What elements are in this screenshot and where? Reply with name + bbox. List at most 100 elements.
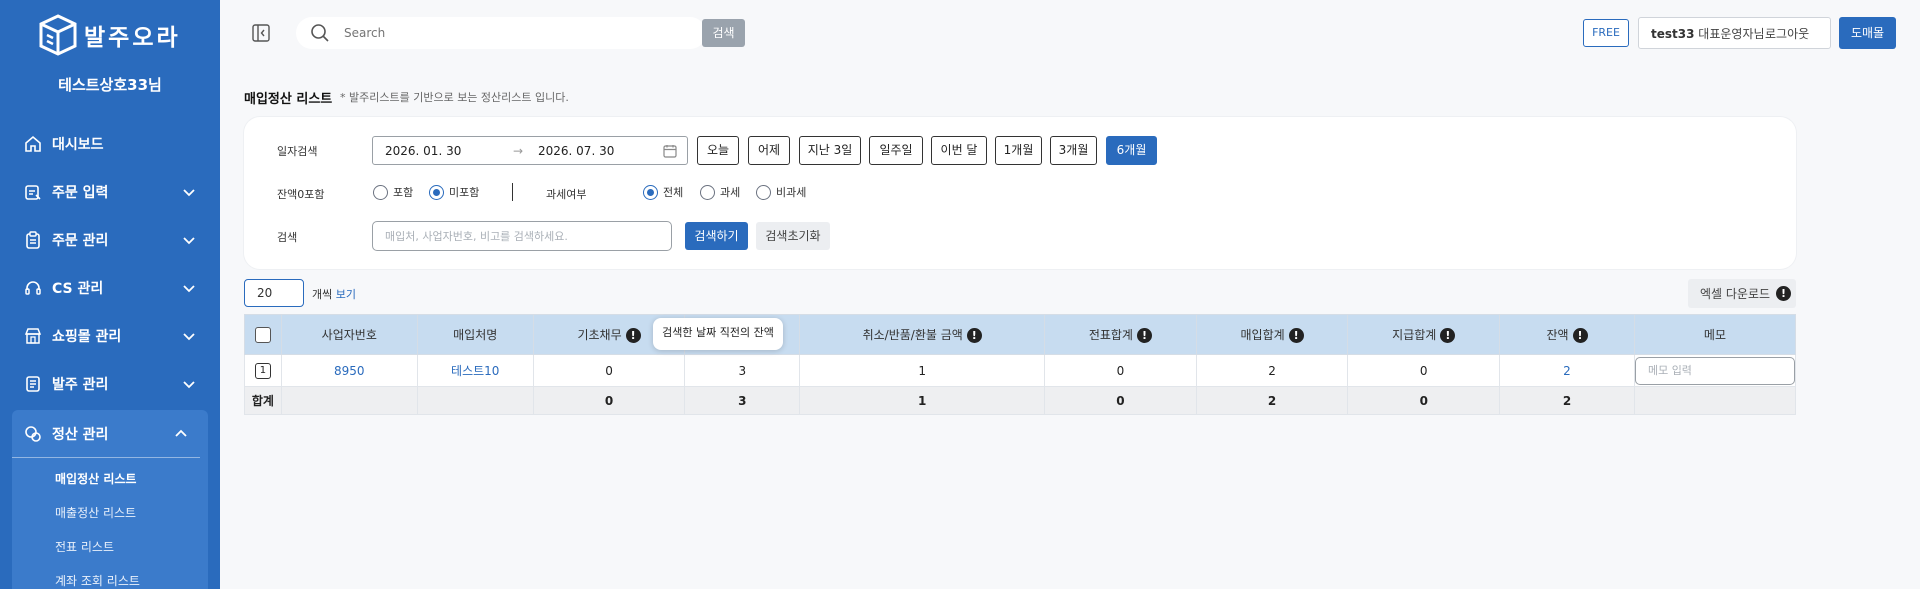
memo-input[interactable] [1634, 356, 1795, 385]
home-icon [25, 135, 41, 152]
total-empty-cell [1633, 386, 1797, 415]
sidebar-group-settlement: 정산 관리 매입정산 리스트 매출정산 리스트 전표 리스트 계좌 조회 리스트 [12, 410, 208, 589]
cell-opening: 0 [532, 354, 686, 387]
plan-badge[interactable]: FREE [1583, 19, 1629, 47]
date-range-picker[interactable]: 2026. 01. 30 → 2026. 07. 30 [372, 136, 688, 165]
cell-balance[interactable]: 2 [1499, 354, 1635, 387]
page-subtitle: * 발주리스트를 기반으로 보는 정산리스트 입니다. [340, 91, 569, 104]
keyword-search-input[interactable] [372, 221, 672, 251]
quick-3month-button[interactable]: 3개월 [1050, 136, 1097, 165]
logo-box-icon [39, 14, 77, 56]
total-col4: 3 [684, 386, 801, 415]
table-total-row: 합계 0 3 1 0 2 0 2 [244, 386, 1797, 415]
page-size-select[interactable]: 20 [244, 279, 304, 307]
radio-label: 과세 [720, 186, 741, 199]
info-icon[interactable]: ! [966, 328, 982, 343]
total-empty-cell [280, 386, 418, 415]
col-voucher-label: 전표합계 [1088, 328, 1133, 342]
search-icon [311, 24, 329, 42]
chevron-down-icon [183, 381, 195, 389]
total-empty-cell [416, 386, 534, 415]
row-select-cell: 1 [244, 354, 282, 387]
sidebar-item-order-entry[interactable]: 주문 입력 [12, 168, 208, 216]
total-label-cell: 합계 [244, 386, 282, 415]
sidebar-collapse-icon[interactable] [252, 24, 270, 42]
tax-label: 과세여부 [546, 188, 587, 201]
cell-memo [1633, 354, 1797, 387]
global-search [296, 17, 706, 49]
sidebar-item-label: 정산 관리 [52, 426, 109, 443]
info-icon[interactable]: ! [1572, 328, 1588, 343]
total-opening: 0 [532, 386, 686, 415]
company-name: 테스트상호33님 [58, 76, 162, 94]
order-icon [26, 376, 40, 392]
info-icon[interactable]: ! [625, 328, 641, 343]
search-reset-button[interactable]: 검색초기화 [756, 222, 830, 250]
cell-biz-no[interactable]: 8950 [280, 354, 418, 387]
select-all-checkbox[interactable] [254, 326, 271, 343]
clipboard-icon [26, 231, 40, 249]
topbar: 검색 FREE test33 대표운영자님 로그아웃 도매몰 [220, 0, 1920, 66]
sidebar-item-dashboard[interactable]: 대시보드 [12, 120, 208, 168]
quick-week-button[interactable]: 일주일 [869, 136, 923, 165]
tax-all-radio[interactable]: 전체 [643, 184, 683, 200]
col-voucher: 전표합계! [1044, 314, 1197, 355]
logout-button[interactable]: 로그아웃 [1765, 25, 1809, 42]
col-vendor: 매입처명 [416, 314, 534, 355]
col-balance: 잔액! [1499, 314, 1635, 355]
sidebar-item-cs[interactable]: CS 관리 [12, 264, 208, 312]
quick-3days-button[interactable]: 지난 3일 [799, 136, 861, 165]
quick-today-button[interactable]: 오늘 [697, 136, 739, 165]
sidebar-subitem-account-inquiry[interactable]: 계좌 조회 리스트 [12, 564, 208, 589]
excel-download-button[interactable]: 엑셀 다운로드 ! [1688, 279, 1796, 308]
sidebar-subitem-sales-settlement[interactable]: 매출정산 리스트 [12, 496, 208, 530]
sidebar-item-order-manage[interactable]: 주문 관리 [12, 216, 208, 264]
sidebar-item-label: CS 관리 [52, 281, 104, 297]
cell-vendor[interactable]: 테스트10 [416, 354, 534, 387]
global-search-button[interactable]: 검색 [702, 19, 745, 47]
info-icon[interactable]: ! [1440, 328, 1456, 343]
total-voucher: 0 [1044, 386, 1197, 415]
filter-card: 일자검색 2026. 01. 30 → 2026. 07. 30 오늘 어제 지… [244, 117, 1796, 269]
page-size-label: 개씩 보기 [312, 286, 356, 302]
sidebar-item-settlement[interactable]: 정산 관리 [12, 410, 200, 458]
search-submit-button[interactable]: 검색하기 [685, 222, 748, 250]
cell-paid: 0 [1347, 354, 1501, 387]
info-icon[interactable]: ! [1288, 328, 1304, 343]
table-row: 1 8950 테스트10 0 3 1 0 2 0 2 [244, 354, 1797, 387]
sidebar: 발주오라 테스트상호33님 대시보드 주문 입력 주문 관리 CS 관리 쇼핑몰… [0, 0, 220, 589]
chevron-down-icon [183, 285, 195, 293]
tax-taxed-radio[interactable]: 과세 [700, 184, 740, 200]
radio-label: 포함 [393, 186, 414, 199]
cell-purchase: 2 [1195, 354, 1349, 387]
global-search-input[interactable] [344, 26, 664, 40]
date-arrow: → [513, 143, 524, 158]
tax-free-radio[interactable]: 비과세 [756, 184, 806, 200]
quick-yesterday-button[interactable]: 어제 [748, 136, 790, 165]
sidebar-item-mall[interactable]: 쇼핑몰 관리 [12, 312, 208, 360]
user-info: test33 대표운영자님 [1639, 25, 1765, 42]
row-checkbox[interactable]: 1 [254, 363, 271, 379]
sidebar-subitem-voucher-list[interactable]: 전표 리스트 [12, 530, 208, 564]
sidebar-nav: 대시보드 주문 입력 주문 관리 CS 관리 쇼핑몰 관리 발주 관리 정산 관… [12, 120, 208, 589]
info-icon[interactable]: ! [1136, 328, 1152, 343]
brand-logo[interactable]: 발주오라 [38, 14, 181, 56]
quick-this-month-button[interactable]: 이번 달 [931, 136, 987, 165]
quick-6month-button[interactable]: 6개월 [1106, 136, 1157, 165]
zero-exclude-radio[interactable]: 미포함 [429, 184, 479, 200]
sidebar-subitem-purchase-settlement[interactable]: 매입정산 리스트 [12, 462, 208, 496]
page-title: 매입정산 리스트 [244, 92, 333, 107]
chevron-down-icon [183, 333, 195, 341]
radio-circle [429, 184, 444, 200]
sidebar-item-purchase-order[interactable]: 발주 관리 [12, 360, 208, 408]
chevron-down-icon [183, 189, 195, 197]
col-paid: 지급합계! [1347, 314, 1501, 355]
wholesale-mall-button[interactable]: 도매몰 [1839, 17, 1896, 49]
date-to: 2026. 07. 30 [538, 143, 615, 158]
cell-col4: 3 [684, 354, 801, 387]
col-cancel-label: 취소/반품/환불 금액 [862, 328, 963, 342]
chevron-up-icon [175, 429, 187, 437]
quick-1month-button[interactable]: 1개월 [995, 136, 1042, 165]
zero-include-radio[interactable]: 포함 [373, 184, 413, 200]
user-box: test33 대표운영자님 로그아웃 [1638, 17, 1831, 49]
